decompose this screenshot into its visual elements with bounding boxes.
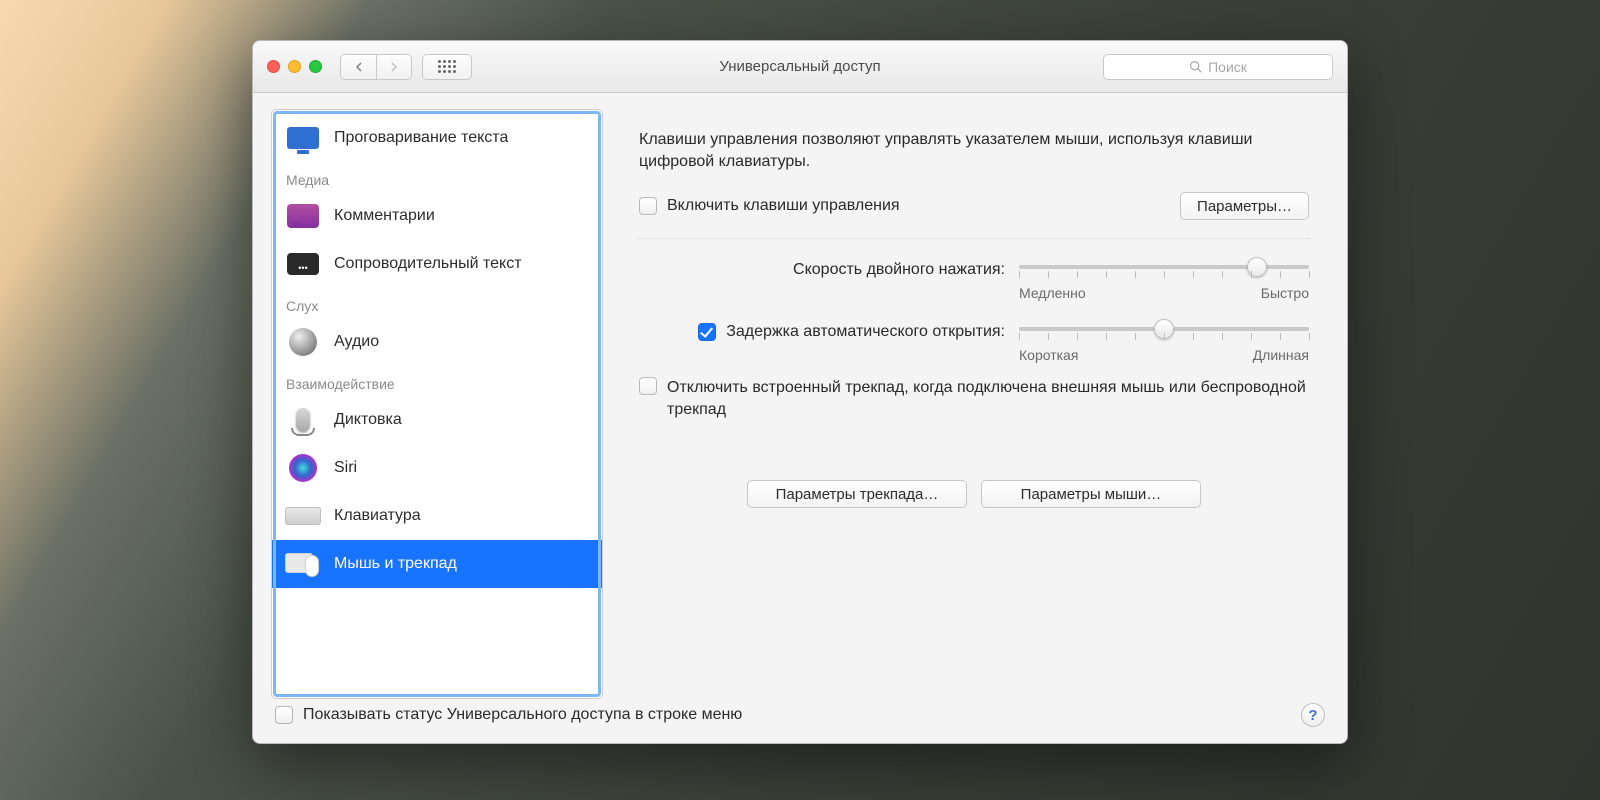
search-icon (1189, 60, 1202, 73)
sidebar-item-speak-text[interactable]: Проговаривание текста (272, 114, 602, 162)
sidebar[interactable]: Проговаривание текста Медиа Комментарии … (271, 109, 603, 699)
enable-mouse-keys-checkbox[interactable] (639, 197, 657, 215)
slider-max-label: Длинная (1253, 347, 1309, 363)
show-all-button[interactable] (422, 54, 472, 80)
nav-segmented (340, 54, 412, 80)
divider (637, 238, 1311, 239)
sidebar-section-media: Медиа (272, 162, 602, 192)
titlebar: Универсальный доступ Поиск (253, 41, 1347, 93)
search-placeholder: Поиск (1208, 59, 1247, 75)
show-status-menubar-label: Показывать статус Универсального доступа… (303, 706, 742, 724)
ignore-trackpad-label: Отключить встроенный трекпад, когда подк… (667, 377, 1309, 420)
slider-ticks (1019, 271, 1309, 281)
microphone-icon (282, 403, 324, 437)
sidebar-item-keyboard[interactable]: Клавиатура (272, 492, 602, 540)
double-click-speed-label: Скорость двойного нажатия: (793, 261, 1005, 279)
sidebar-item-label: Клавиатура (334, 507, 421, 525)
ignore-trackpad-checkbox[interactable] (639, 377, 657, 395)
slider-min-label: Медленно (1019, 285, 1086, 301)
comment-icon (282, 199, 324, 233)
sidebar-item-descriptions[interactable]: Комментарии (272, 192, 602, 240)
sidebar-item-label: Аудио (334, 333, 379, 351)
speaker-icon (282, 325, 324, 359)
sidebar-item-captions[interactable]: ••• Сопроводительный текст (272, 240, 602, 288)
sidebar-item-mouse-trackpad[interactable]: Мышь и трекпад (272, 540, 602, 588)
window-body: Проговаривание текста Медиа Комментарии … (253, 93, 1347, 743)
sidebar-item-label: Мышь и трекпад (334, 555, 457, 573)
spring-load-delay-slider[interactable] (1019, 327, 1309, 331)
intro-text: Клавиши управления позволяют управлять у… (619, 109, 1329, 186)
mouse-options-button[interactable]: Параметры мыши… (981, 480, 1201, 508)
slider-min-label: Короткая (1019, 347, 1078, 363)
double-click-speed-slider[interactable] (1019, 265, 1309, 269)
help-button[interactable]: ? (1301, 703, 1325, 727)
preferences-window: Универсальный доступ Поиск Проговаривани… (252, 40, 1348, 744)
mouse-trackpad-icon (282, 547, 324, 581)
sidebar-section-hearing: Слух (272, 288, 602, 318)
chevron-right-icon (389, 62, 399, 72)
close-window-button[interactable] (267, 60, 280, 73)
forward-button[interactable] (376, 54, 412, 80)
mouse-keys-options-button[interactable]: Параметры… (1180, 192, 1309, 220)
slider-max-label: Быстро (1261, 285, 1309, 301)
sidebar-item-label: Диктовка (334, 411, 402, 429)
sidebar-item-label: Siri (334, 459, 357, 477)
spring-load-checkbox[interactable] (698, 323, 716, 341)
sidebar-item-dictation[interactable]: Диктовка (272, 396, 602, 444)
sidebar-item-label: Комментарии (334, 207, 435, 225)
enable-mouse-keys-label: Включить клавиши управления (667, 197, 900, 215)
display-icon (282, 121, 324, 155)
zoom-window-button[interactable] (309, 60, 322, 73)
chevron-left-icon (354, 62, 364, 72)
footer: Показывать статус Универсального доступа… (271, 699, 1329, 729)
back-button[interactable] (340, 54, 376, 80)
sidebar-item-siri[interactable]: Siri (272, 444, 602, 492)
grid-icon (438, 60, 456, 73)
keyboard-icon (282, 499, 324, 533)
window-controls (267, 60, 322, 73)
sidebar-item-label: Проговаривание текста (334, 129, 508, 147)
minimize-window-button[interactable] (288, 60, 301, 73)
show-status-menubar-checkbox[interactable] (275, 706, 293, 724)
content-pane: Клавиши управления позволяют управлять у… (619, 109, 1329, 699)
sidebar-item-audio[interactable]: Аудио (272, 318, 602, 366)
siri-icon (282, 451, 324, 485)
trackpad-options-button[interactable]: Параметры трекпада… (747, 480, 967, 508)
spring-load-label: Задержка автоматического открытия: (726, 323, 1005, 341)
sidebar-section-interact: Взаимодействие (272, 366, 602, 396)
search-input[interactable]: Поиск (1103, 54, 1333, 80)
slider-ticks (1019, 333, 1309, 343)
captions-icon: ••• (282, 247, 324, 281)
sidebar-item-label: Сопроводительный текст (334, 255, 522, 273)
